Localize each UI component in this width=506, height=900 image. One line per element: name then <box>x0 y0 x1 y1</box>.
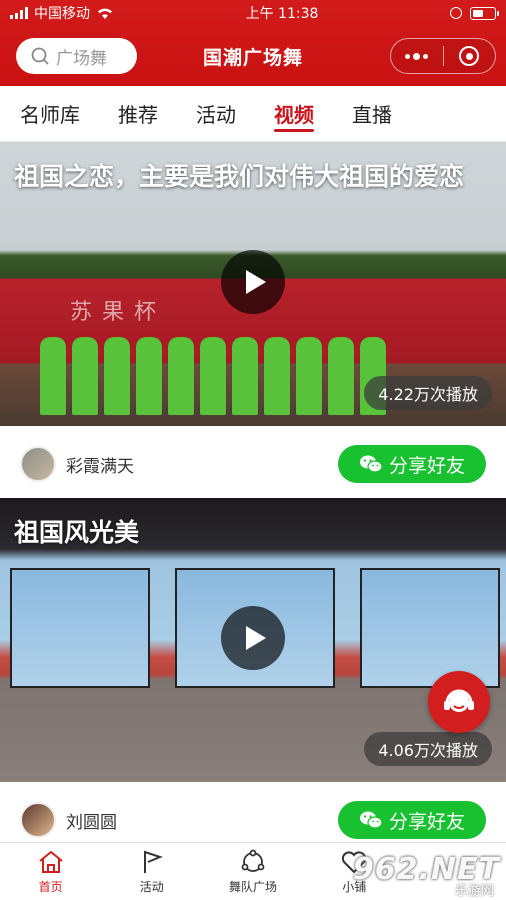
search-icon <box>31 47 49 65</box>
rotation-lock-icon <box>449 7 462 19</box>
stage-screen <box>10 568 150 688</box>
video-card: 祖国风光美 4.06万次播放 刘圆圆 分享好友 <box>0 498 506 858</box>
signal-icon <box>10 7 28 19</box>
video-title: 祖国风光美 <box>14 518 140 547</box>
share-label: 分享好友 <box>388 454 465 477</box>
search-input[interactable]: 广场舞 <box>16 38 137 74</box>
author[interactable]: 刘圆圆 <box>20 802 117 838</box>
more-button[interactable] <box>391 39 443 73</box>
app-header: 中国移动 上午 11:38 广场舞 国潮广场舞 <box>0 0 506 86</box>
wechat-icon <box>359 455 383 473</box>
stage-screen <box>360 568 500 688</box>
nav-team-square[interactable]: 舞队广场 <box>202 843 303 900</box>
watermark-subtitle: 乐游网 <box>454 884 494 899</box>
target-icon <box>459 46 480 66</box>
avatar <box>20 446 56 482</box>
headset-icon <box>444 689 474 712</box>
share-button[interactable]: 分享好友 <box>338 445 486 483</box>
video-title: 祖国之恋，主要是我们对伟大祖国的爱恋 <box>14 162 465 191</box>
nav-label: 活动 <box>139 879 164 894</box>
customer-service-button[interactable] <box>428 671 490 733</box>
tab-activities[interactable]: 活动 <box>196 86 236 142</box>
close-miniprogram-button[interactable] <box>444 39 496 73</box>
nav-home[interactable]: 首页 <box>0 843 101 900</box>
dancers-image <box>40 337 386 415</box>
miniprogram-capsule <box>390 38 496 74</box>
play-button[interactable] <box>221 606 285 670</box>
carrier-label: 中国移动 <box>34 6 90 22</box>
view-count: 4.22万次播放 <box>364 376 492 410</box>
view-count: 4.06万次播放 <box>364 732 492 766</box>
tab-videos[interactable]: 视频 <box>274 86 314 142</box>
video-card: 苏果杯 祖国之恋，主要是我们对伟大祖国的爱恋 4.22万次播放 彩霞满天 分享好… <box>0 142 506 502</box>
more-icon <box>405 52 429 60</box>
play-button[interactable] <box>221 250 285 314</box>
nav-label: 首页 <box>38 879 63 894</box>
battery-icon <box>469 6 499 20</box>
video-thumbnail[interactable]: 祖国风光美 4.06万次播放 <box>0 498 506 782</box>
author-name: 刘圆圆 <box>66 812 117 833</box>
author-name: 彩霞满天 <box>66 456 134 477</box>
status-time: 上午 11:38 <box>245 6 319 22</box>
wifi-icon <box>98 8 112 19</box>
team-icon <box>241 849 265 872</box>
tab-recommend[interactable]: 推荐 <box>118 86 158 142</box>
home-icon <box>38 850 63 873</box>
nav-label: 舞队广场 <box>229 879 278 894</box>
avatar <box>20 802 56 838</box>
share-label: 分享好友 <box>388 810 465 833</box>
banner-text: 苏果杯 <box>70 300 167 325</box>
video-thumbnail[interactable]: 苏果杯 祖国之恋，主要是我们对伟大祖国的爱恋 4.22万次播放 <box>0 142 506 426</box>
search-placeholder: 广场舞 <box>56 48 107 69</box>
tab-live[interactable]: 直播 <box>352 86 392 142</box>
status-bar: 中国移动 上午 11:38 <box>0 0 506 26</box>
category-tabs: 名师库 推荐 活动 视频 直播 <box>0 86 506 142</box>
share-button[interactable]: 分享好友 <box>338 801 486 839</box>
flag-icon <box>143 850 163 873</box>
nav-activities[interactable]: 活动 <box>101 843 202 900</box>
wechat-icon <box>359 811 383 829</box>
tab-teachers[interactable]: 名师库 <box>20 86 80 142</box>
author[interactable]: 彩霞满天 <box>20 446 134 482</box>
